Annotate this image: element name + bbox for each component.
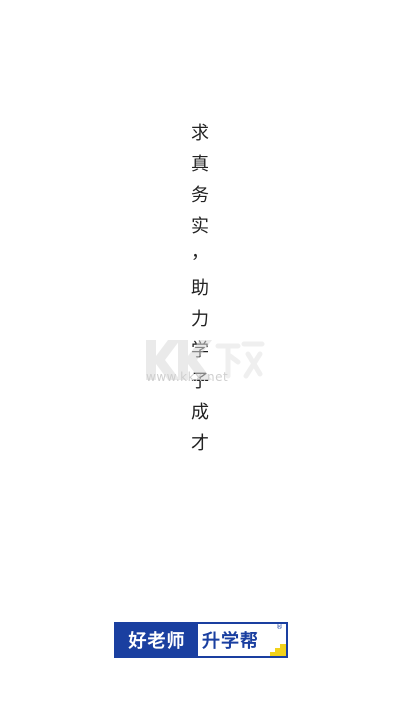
registered-mark: ®: [276, 623, 284, 631]
slogan-char: 实: [191, 216, 209, 237]
slogan-char: 求: [191, 123, 209, 144]
slogan-char: 才: [191, 433, 209, 454]
brand-logo: 好老师 升学帮 ®: [114, 622, 288, 658]
slogan-vertical-text: 求 真 务 实 ， 助 力 学 子 成 才: [185, 118, 215, 459]
slogan-char: 务: [191, 185, 209, 206]
slogan-char: 真: [191, 154, 209, 175]
logo-part-2-wrap: 升学帮 ®: [198, 623, 286, 656]
splash-screen: 求 真 务 实 ， 助 力 学 子 成 才 www.kkx.net 好老师 升学…: [0, 0, 400, 711]
slogan-char: 成: [191, 402, 209, 423]
stairs-icon: [270, 644, 286, 656]
logo-part-2: 升学帮: [202, 631, 259, 652]
logo-part-1: 好老师: [116, 624, 198, 656]
watermark-url: www.kkx.net: [146, 370, 229, 384]
slogan-char: 助: [191, 278, 209, 299]
slogan-comma: ，: [191, 242, 209, 263]
